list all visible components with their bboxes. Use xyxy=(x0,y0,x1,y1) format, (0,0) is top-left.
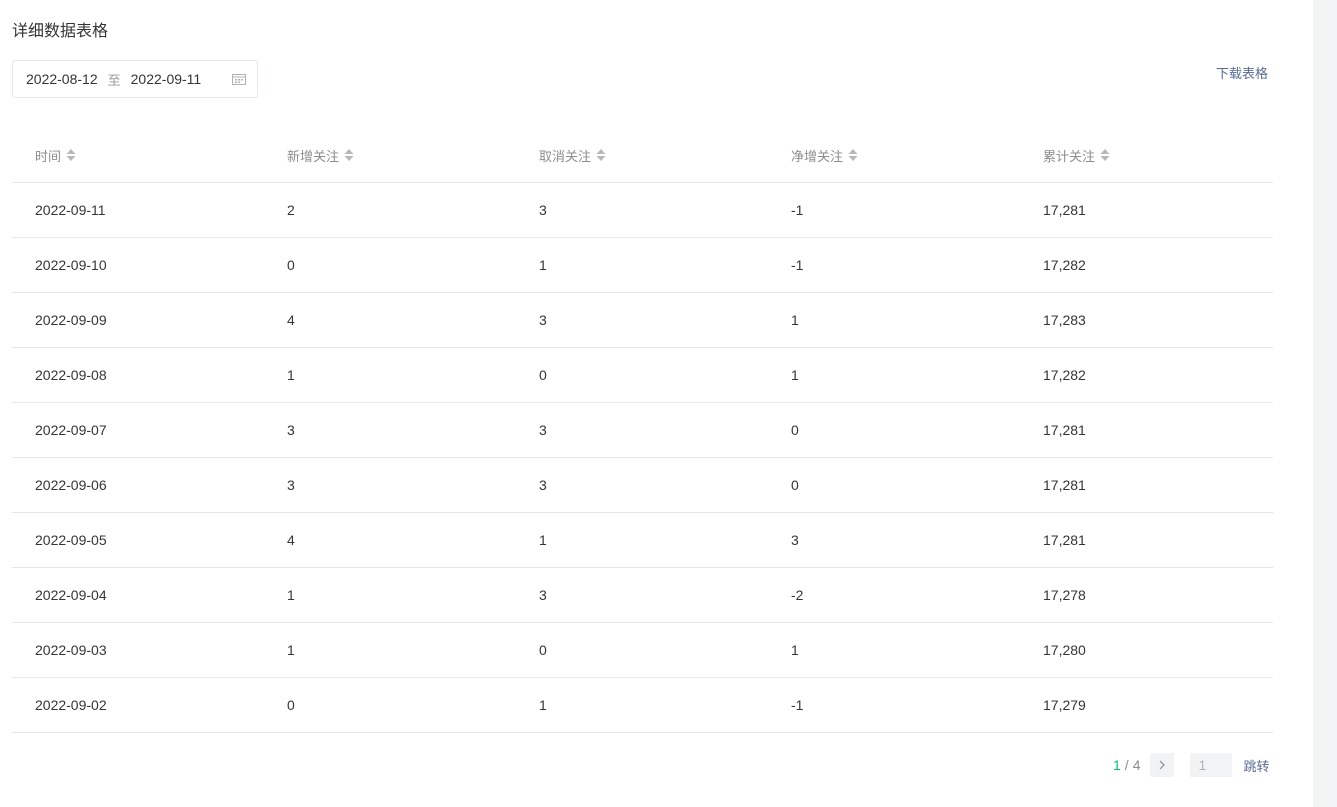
table-cell: 0 xyxy=(791,422,799,438)
table-cell: 17,280 xyxy=(1043,642,1086,658)
table-cell: 17,281 xyxy=(1043,532,1086,548)
table-cell: 1 xyxy=(287,642,295,658)
sort-icon[interactable] xyxy=(344,148,354,162)
table-row: 2022-09-07 3 3 0 17,281 xyxy=(12,403,1273,458)
table-cell: 17,281 xyxy=(1043,202,1086,218)
table-cell: 3 xyxy=(539,587,547,603)
table-cell: 2022-09-09 xyxy=(35,312,107,328)
column-header-label: 净增关注 xyxy=(791,148,844,164)
table-cell: 1 xyxy=(791,367,799,383)
table-cell: 3 xyxy=(791,532,799,548)
table-cell: 2022-09-08 xyxy=(35,367,107,383)
table-row: 2022-09-04 1 3 -2 17,278 xyxy=(12,568,1273,623)
table-cell: 2022-09-06 xyxy=(35,477,107,493)
table-cell: -1 xyxy=(791,697,804,713)
sort-icon[interactable] xyxy=(1100,148,1110,162)
column-header-label: 取消关注 xyxy=(539,148,592,164)
column-header[interactable]: 累计关注 xyxy=(1020,146,1272,165)
table-cell: 17,279 xyxy=(1043,697,1086,713)
table-row: 2022-09-10 0 1 -1 17,282 xyxy=(12,238,1273,293)
table-row: 2022-09-02 0 1 -1 17,279 xyxy=(12,678,1273,733)
table-cell: 1 xyxy=(791,312,799,328)
table-cell: 4 xyxy=(287,532,295,548)
column-header-label: 时间 xyxy=(35,148,62,164)
table-cell: 0 xyxy=(287,697,295,713)
table-cell: 17,283 xyxy=(1043,312,1086,328)
table-row: 2022-09-11 2 3 -1 17,281 xyxy=(12,183,1273,238)
scrollbar-track[interactable] xyxy=(1313,0,1337,807)
jump-button[interactable]: 跳转 xyxy=(1243,756,1269,775)
table-cell: -1 xyxy=(791,202,804,218)
data-table: 时间 新增关注 取消关注 净增关注 累计关注 2022-09-11 2 3 -1 17,281 2… xyxy=(12,128,1273,733)
table-cell: 4 xyxy=(287,312,295,328)
column-header-label: 新增关注 xyxy=(287,148,340,164)
table-cell: 0 xyxy=(287,257,295,273)
table-cell: 2022-09-11 xyxy=(35,202,106,218)
date-range-picker[interactable]: 2022-08-12 至 2022-09-11 xyxy=(12,60,258,98)
table-cell: 1 xyxy=(287,587,295,603)
table-cell: -1 xyxy=(791,257,804,273)
table-header-row: 时间 新增关注 取消关注 净增关注 累计关注 xyxy=(12,128,1273,183)
sort-icon[interactable] xyxy=(66,148,76,162)
table-cell: 17,282 xyxy=(1043,367,1086,383)
table-cell: 2022-09-05 xyxy=(35,532,107,548)
total-pages: 4 xyxy=(1132,757,1141,773)
sort-icon[interactable] xyxy=(848,148,858,162)
end-date[interactable]: 2022-09-11 xyxy=(131,71,202,87)
table-cell: 3 xyxy=(287,422,295,438)
table-cell: 3 xyxy=(539,202,547,218)
table-cell: 2022-09-02 xyxy=(35,697,107,713)
table-cell: 0 xyxy=(539,642,547,658)
jump-page-input[interactable] xyxy=(1190,753,1233,777)
sort-icon[interactable] xyxy=(596,148,606,162)
table-cell: 0 xyxy=(539,367,547,383)
table-cell: 1 xyxy=(539,697,547,713)
start-date[interactable]: 2022-08-12 xyxy=(26,71,98,87)
table-cell: 2022-09-07 xyxy=(35,422,107,438)
date-separator: 至 xyxy=(107,72,121,88)
table-cell: 17,278 xyxy=(1043,587,1086,603)
table-cell: 1 xyxy=(287,367,295,383)
table-cell: 1 xyxy=(539,532,547,548)
column-header[interactable]: 新增关注 xyxy=(264,146,516,165)
table-cell: 2022-09-10 xyxy=(35,257,107,273)
download-table-link[interactable]: 下载表格 xyxy=(1216,63,1268,82)
table-row: 2022-09-08 1 0 1 17,282 xyxy=(12,348,1273,403)
page-title: 详细数据表格 xyxy=(12,23,109,40)
table-row: 2022-09-09 4 3 1 17,283 xyxy=(12,293,1273,348)
current-page: 1 xyxy=(1113,757,1121,773)
table-cell: 17,281 xyxy=(1043,477,1086,493)
next-page-button[interactable] xyxy=(1150,753,1175,777)
column-header-label: 累计关注 xyxy=(1043,148,1096,164)
pagination: 1 / 4 跳转 xyxy=(1113,753,1270,777)
table-cell: 3 xyxy=(539,312,547,328)
table-cell: 3 xyxy=(287,477,295,493)
table-cell: -2 xyxy=(791,587,804,603)
table-cell: 2022-09-04 xyxy=(35,587,107,603)
table-cell: 2022-09-03 xyxy=(35,642,107,658)
chevron-right-icon xyxy=(1160,760,1166,770)
page-separator: / xyxy=(1124,757,1129,773)
table-cell: 1 xyxy=(539,257,547,273)
calendar-icon[interactable] xyxy=(232,73,246,85)
column-header[interactable]: 净增关注 xyxy=(768,146,1020,165)
column-header[interactable]: 时间 xyxy=(12,146,264,165)
table-row: 2022-09-05 4 1 3 17,281 xyxy=(12,513,1273,568)
table-row: 2022-09-03 1 0 1 17,280 xyxy=(12,623,1273,678)
table-cell: 0 xyxy=(791,477,799,493)
table-cell: 1 xyxy=(791,642,799,658)
table-cell: 17,281 xyxy=(1043,422,1086,438)
table-row: 2022-09-06 3 3 0 17,281 xyxy=(12,458,1273,513)
table-cell: 2 xyxy=(287,202,295,218)
table-cell: 3 xyxy=(539,477,547,493)
table-cell: 3 xyxy=(539,422,547,438)
table-cell: 17,282 xyxy=(1043,257,1086,273)
column-header[interactable]: 取消关注 xyxy=(516,146,768,165)
